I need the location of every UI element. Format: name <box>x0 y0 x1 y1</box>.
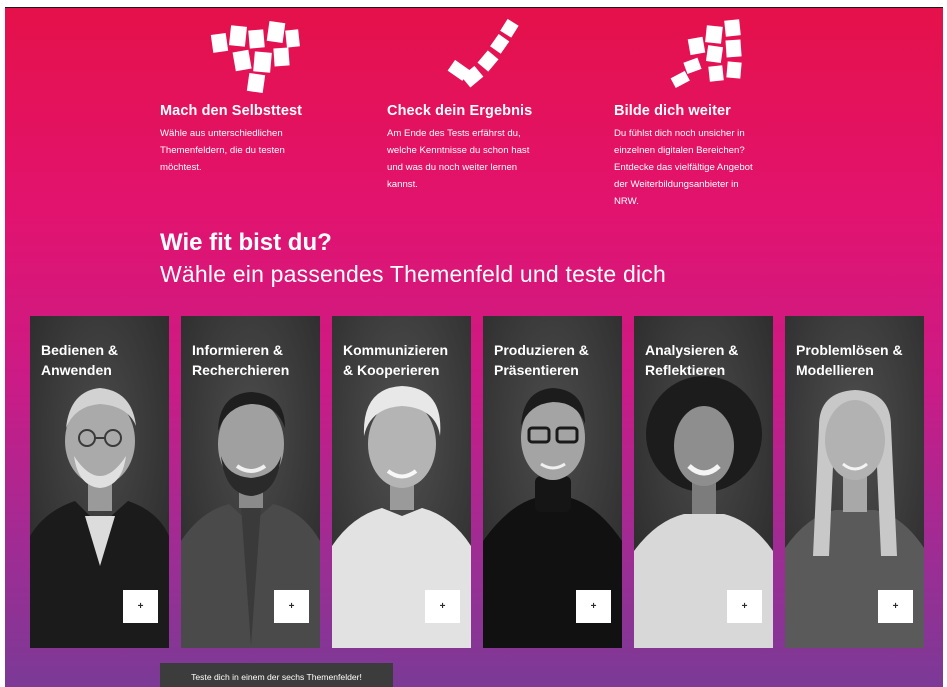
expand-button[interactable]: + <box>576 590 611 623</box>
section-subtitle: Wähle ein passendes Themenfeld und teste… <box>160 261 666 287</box>
expand-button[interactable]: + <box>123 590 158 623</box>
rising-tiles-icon <box>670 19 742 89</box>
topic-card-bedienen[interactable]: Bedienen & Anwenden + <box>30 316 169 648</box>
expand-button[interactable]: + <box>274 590 309 623</box>
feature-title: Check dein Ergebnis <box>387 103 533 119</box>
feature-title: Mach den Selbsttest <box>160 103 303 119</box>
puzzle-tiles-icon <box>210 20 300 93</box>
topic-card-analysieren[interactable]: Analysieren & Reflektieren + <box>634 316 773 648</box>
card-title: Produzieren & Präsentieren <box>494 342 589 378</box>
cta-button[interactable]: Teste dich in einem der sechs Themenfeld… <box>160 663 393 687</box>
topic-card-kommunizieren[interactable]: Kommunizieren & Kooperieren + <box>332 316 471 648</box>
topic-card-problemloesen[interactable]: Problemlösen & Modellieren + <box>785 316 924 648</box>
topic-card-informieren[interactable]: Informieren & Recherchieren + <box>181 316 320 648</box>
feature-text: Du fühlst dich noch unsicher in einzelne… <box>614 128 753 207</box>
topic-card-produzieren[interactable]: Produzieren & Präsentieren + <box>483 316 622 648</box>
checkmark-tiles-icon <box>447 18 519 88</box>
feature-text: Wähle aus unterschiedlichen Themenfelder… <box>160 128 285 173</box>
expand-button[interactable]: + <box>727 590 762 623</box>
card-title: Analysieren & Reflektieren <box>645 342 739 378</box>
expand-button[interactable]: + <box>878 590 913 623</box>
card-title: Problemlösen & Modellieren <box>796 342 903 378</box>
page-stage: Mach den Selbsttest Wähle aus unterschie… <box>5 7 943 687</box>
card-title: Kommunizieren & Kooperieren <box>343 342 449 378</box>
card-title: Informieren & Recherchieren <box>192 342 290 378</box>
feature-text: Am Ende des Tests erfährst du, welche Ke… <box>387 128 530 190</box>
expand-button[interactable]: + <box>425 590 460 623</box>
card-title: Bedienen & Anwenden <box>41 342 119 378</box>
section-title: Wie fit bist du? <box>160 229 332 256</box>
feature-title: Bilde dich weiter <box>614 103 731 119</box>
